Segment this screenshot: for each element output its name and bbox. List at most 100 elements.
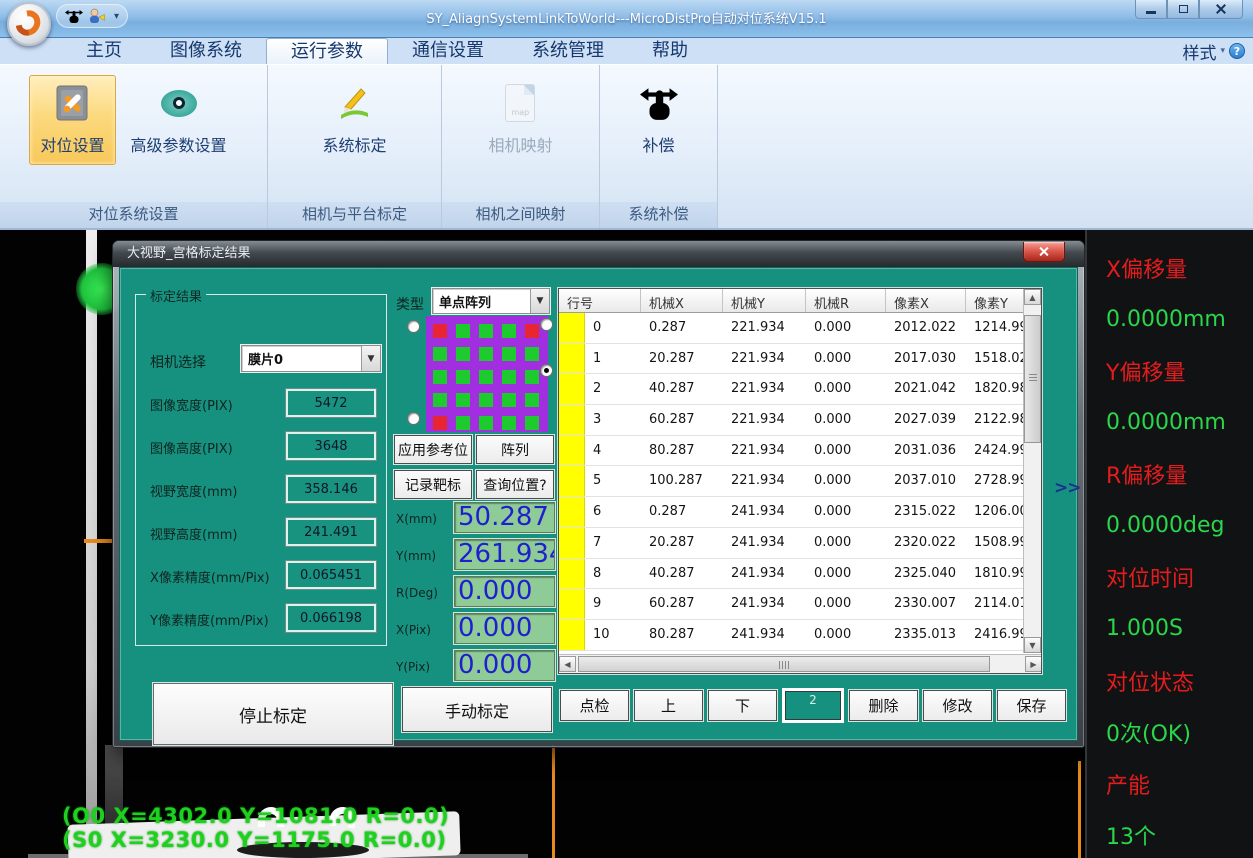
field-label: Y像素精度(mm/Pix) xyxy=(150,610,269,629)
camera-select-dropdown[interactable]: 膜片0 ▼ xyxy=(241,345,381,372)
column-header[interactable]: 像素Y xyxy=(966,289,1025,312)
coordinate-value[interactable]: 0.000 xyxy=(454,650,555,681)
dialog-close-button[interactable] xyxy=(1023,242,1065,262)
target-action-button[interactable]: 查询位置? xyxy=(476,470,554,499)
cell-row-number: 10 xyxy=(585,620,641,650)
cell-mech-x: 40.287 xyxy=(641,374,723,404)
table-edit-button[interactable]: 删除 xyxy=(849,690,918,721)
target-action-button[interactable]: 阵列 xyxy=(476,435,554,464)
calibration-result-dialog: 大视野_宫格标定结果 标定结果 相机选择 膜片0 ▼ 图像宽度(PIX) 5 xyxy=(112,240,1085,748)
manual-calibration-button[interactable]: 手动标定 xyxy=(402,687,552,732)
coordinate-value[interactable]: 261.934 xyxy=(454,539,555,570)
table-edit-button[interactable]: 修改 xyxy=(923,690,992,721)
vertical-scroll-thumb[interactable] xyxy=(1024,315,1041,443)
table-row[interactable]: 3 60.287 221.934 0.000 2027.039 2122.984 xyxy=(559,405,1025,436)
ribbon-button-label: 系统标定 xyxy=(322,132,386,156)
field-label: 视野宽度(mm) xyxy=(150,481,237,500)
coordinate-label: X(Pix) xyxy=(396,623,431,637)
column-header[interactable]: 像素X xyxy=(886,289,966,312)
table-row[interactable]: 4 80.287 221.934 0.000 2031.036 2424.993 xyxy=(559,436,1025,467)
close-icon xyxy=(1038,246,1050,258)
column-header[interactable]: 行号 xyxy=(559,289,641,312)
column-header[interactable]: 机械R xyxy=(806,289,886,312)
reference-radio-right-selected[interactable] xyxy=(540,364,553,377)
menu-tab[interactable]: 帮助 xyxy=(628,38,712,64)
table-row[interactable]: 0 0.287 221.934 0.000 2012.022 1214.993 xyxy=(559,313,1025,344)
ribbon-button-label: 对位设置 xyxy=(40,132,104,156)
table-row[interactable]: 8 40.287 241.934 0.000 2325.040 1810.994 xyxy=(559,559,1025,590)
scroll-right-button[interactable]: ▶ xyxy=(1025,656,1042,672)
system-calibration-button[interactable]: 系统标定 xyxy=(311,75,397,165)
cell-mech-r: 0.000 xyxy=(806,313,886,343)
help-icon[interactable]: ? xyxy=(1229,43,1245,59)
style-dropdown-icon[interactable]: ▾ xyxy=(1220,46,1225,56)
calibration-field-row: 图像宽度(PIX) 5472 xyxy=(150,387,378,430)
cell-mech-x: 0.287 xyxy=(641,313,723,343)
cell-pixel-x: 2325.040 xyxy=(886,559,966,589)
reference-radio-top-right[interactable] xyxy=(540,318,553,331)
table-row[interactable]: 10 80.287 241.934 0.000 2335.013 2416.99… xyxy=(559,620,1025,651)
menu-tab[interactable]: 运行参数 xyxy=(266,38,388,64)
menu-tab[interactable]: 图像系统 xyxy=(146,38,266,64)
target-action-button[interactable]: 应用参考位 xyxy=(394,435,472,464)
column-header[interactable]: 机械X xyxy=(641,289,723,312)
cell-pixel-x: 2335.013 xyxy=(886,620,966,650)
table-nav-button[interactable]: 点检 xyxy=(560,690,629,721)
table-row[interactable]: 1 20.287 221.934 0.000 2017.030 1518.021 xyxy=(559,344,1025,375)
advanced-params-button[interactable]: 高级参数设置 xyxy=(120,75,238,165)
table-row[interactable]: 5 100.287 221.934 0.000 2037.010 2728.99… xyxy=(559,466,1025,497)
cell-mech-r: 0.000 xyxy=(806,497,886,527)
table-row[interactable]: 7 20.287 241.934 0.000 2320.022 1508.990 xyxy=(559,528,1025,559)
style-button[interactable]: 样式 xyxy=(1182,39,1216,64)
menu-tab[interactable]: 通信设置 xyxy=(388,38,508,64)
chevron-down-icon[interactable]: ▼ xyxy=(361,346,380,371)
horizontal-scrollbar[interactable]: ◀ ▶ xyxy=(559,654,1042,673)
column-header[interactable]: 机械Y xyxy=(723,289,806,312)
status-label: 对位状态 xyxy=(1087,655,1253,707)
coordinate-value[interactable]: 0.000 xyxy=(454,576,555,607)
minimize-button[interactable] xyxy=(1135,0,1167,19)
align-settings-button[interactable]: 对位设置 xyxy=(29,75,115,165)
coordinate-value[interactable]: 0.000 xyxy=(454,613,555,644)
table-edit-button[interactable]: 保存 xyxy=(997,690,1066,721)
target-action-button[interactable]: 记录靶标 xyxy=(394,470,472,499)
coordinate-overlay-line2: (S0 X=3230.0 Y=1175.0 R=0.0) xyxy=(62,828,447,852)
app-logo-icon[interactable] xyxy=(7,2,51,46)
type-dropdown[interactable]: 单点阵列 ▼ xyxy=(432,288,550,314)
horizontal-scroll-thumb[interactable] xyxy=(578,656,990,672)
row-indicator-cell xyxy=(559,374,585,404)
cell-mech-r: 0.000 xyxy=(806,374,886,404)
field-value: 358.146 xyxy=(286,475,376,503)
scroll-down-button[interactable]: ▼ xyxy=(1024,637,1041,653)
ribbon-button-label: 高级参数设置 xyxy=(131,132,227,156)
minimize-icon xyxy=(1146,11,1156,14)
menu-tab[interactable]: 主页 xyxy=(62,38,146,64)
dialog-titlebar[interactable]: 大视野_宫格标定结果 xyxy=(113,241,1084,267)
cell-row-number: 9 xyxy=(585,589,641,619)
coordinate-value[interactable]: 50.287 xyxy=(454,502,555,533)
restore-button[interactable] xyxy=(1167,0,1199,19)
ribbon-group-caption: 相机与平台标定 xyxy=(268,202,441,228)
camera-select-value: 膜片0 xyxy=(242,349,361,368)
restore-icon xyxy=(1179,5,1188,13)
scroll-up-button[interactable]: ▲ xyxy=(1024,289,1041,305)
field-value: 0.065451 xyxy=(286,561,376,589)
stop-calibration-button[interactable]: 停止标定 xyxy=(153,683,393,745)
camera-select-label: 相机选择 xyxy=(150,352,206,372)
table-row[interactable]: 2 40.287 221.934 0.000 2021.042 1820.988 xyxy=(559,374,1025,405)
vertical-scrollbar[interactable]: ▲ ▼ xyxy=(1023,289,1041,653)
table-nav-button[interactable]: 上 xyxy=(634,690,703,721)
menu-tab[interactable]: 系统管理 xyxy=(508,38,628,64)
table-row[interactable]: 6 0.287 241.934 0.000 2315.022 1206.007 xyxy=(559,497,1025,528)
expand-panel-button[interactable]: >> xyxy=(1054,478,1081,498)
coordinate-row: R(Deg) 0.000 xyxy=(396,574,558,611)
page-number-field[interactable]: 2 xyxy=(785,691,841,720)
table-nav-button[interactable]: 下 xyxy=(708,690,777,721)
reference-radio-top-left[interactable] xyxy=(407,320,420,333)
chevron-down-icon[interactable]: ▼ xyxy=(530,289,549,313)
scroll-left-button[interactable]: ◀ xyxy=(559,656,576,672)
reference-radio-bottom-left[interactable] xyxy=(407,412,420,425)
close-button[interactable] xyxy=(1199,0,1243,19)
compensate-button[interactable]: 补偿 xyxy=(627,75,691,165)
table-row[interactable]: 9 60.287 241.934 0.000 2330.007 2114.012 xyxy=(559,589,1025,620)
